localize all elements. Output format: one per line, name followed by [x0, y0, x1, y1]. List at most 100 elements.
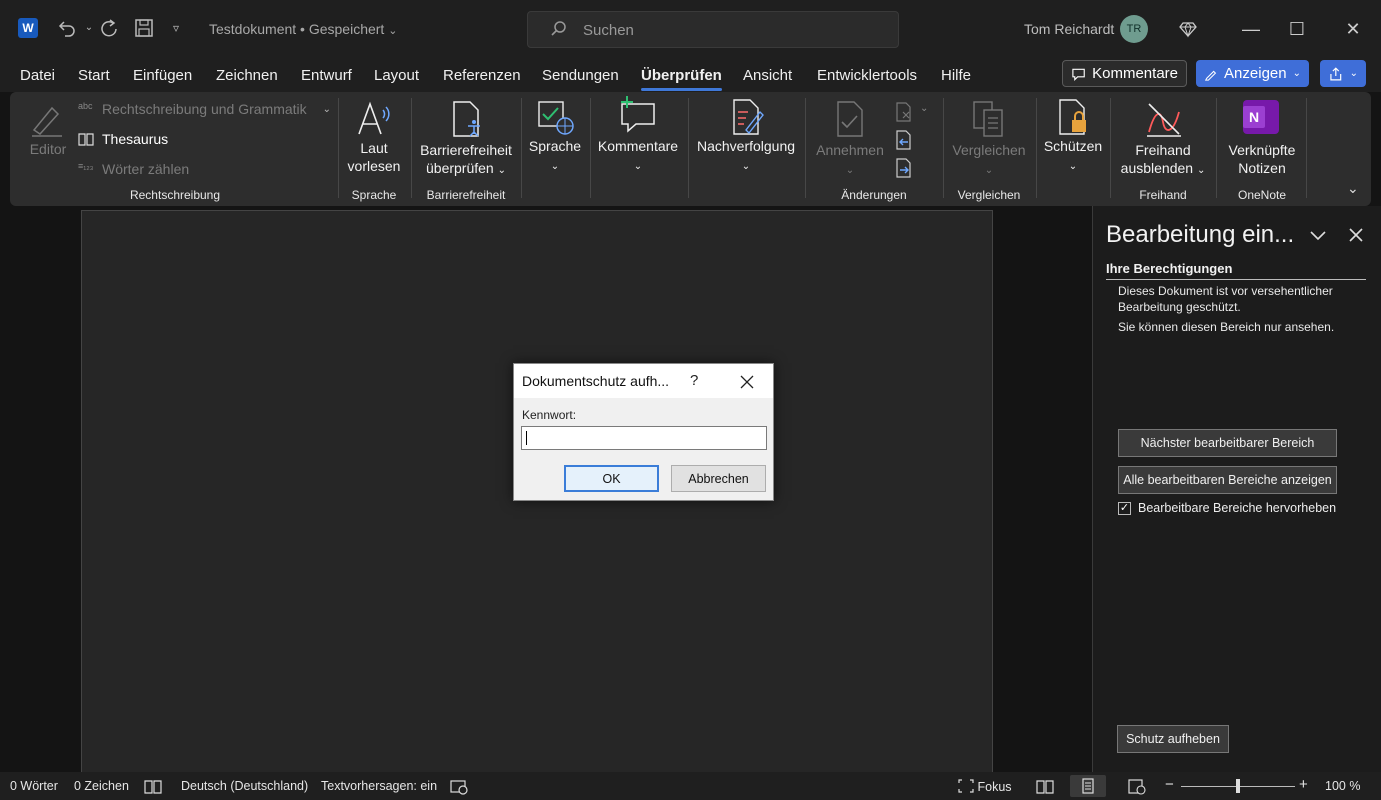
ribbon-collapse-icon[interactable]: ⌄ — [1347, 180, 1359, 197]
user-name[interactable]: Tom Reichardt — [1024, 21, 1114, 37]
editor-icon[interactable] — [28, 100, 66, 138]
document-title[interactable]: Testdokument • Gespeichert ⌄ — [209, 21, 397, 37]
view-mode-button[interactable]: Anzeigen ⌄ — [1196, 60, 1309, 87]
spelling-button[interactable]: abc Rechtschreibung und Grammatik ⌄ — [78, 101, 331, 117]
accessibility-check-button[interactable]: Barrierefreiheit überprüfen ⌄ — [420, 141, 512, 180]
char-count[interactable]: 0 Zeichen — [74, 779, 129, 793]
tab-referenzen[interactable]: Referenzen — [443, 67, 521, 84]
protection-info-text: Dieses Dokument ist vor versehentlicher … — [1118, 284, 1333, 314]
stop-protection-button[interactable]: Schutz aufheben — [1117, 725, 1229, 753]
compare-button[interactable]: Vergleichen ⌄ — [952, 141, 1025, 180]
accept-change-icon[interactable] — [832, 100, 870, 138]
avatar[interactable]: TR — [1120, 15, 1148, 43]
search-icon — [551, 21, 566, 36]
dialog-header: Dokumentschutz aufh... ? — [514, 364, 773, 398]
reject-dropdown-icon[interactable]: ⌄ — [920, 103, 928, 114]
read-mode-icon[interactable] — [1036, 779, 1054, 798]
editor-button[interactable]: Editor — [30, 140, 67, 158]
focus-icon — [958, 779, 974, 793]
next-change-icon[interactable] — [894, 158, 914, 178]
web-layout-icon[interactable] — [1128, 779, 1146, 798]
group-separator — [805, 98, 806, 198]
ok-button[interactable]: OK — [564, 465, 659, 492]
customize-toolbar-icon[interactable]: ▿ — [165, 17, 187, 39]
protect-button[interactable]: Schützen ⌄ — [1044, 137, 1102, 176]
hide-ink-button[interactable]: Freihand ausblenden ⌄ — [1121, 141, 1206, 180]
dialog-close-icon[interactable] — [739, 370, 755, 395]
cancel-button[interactable]: Abbrechen — [671, 465, 766, 492]
next-editable-region-button[interactable]: Nächster bearbeitbarer Bereich — [1118, 429, 1337, 457]
save-icon[interactable] — [133, 17, 155, 39]
pane-options-chevron-icon[interactable] — [1309, 226, 1327, 249]
search-placeholder: Suchen — [583, 22, 634, 39]
maximize-icon[interactable]: ☐ — [1282, 15, 1312, 43]
tab-ueberpruefen[interactable]: Überprüfen — [641, 67, 722, 91]
track-changes-button[interactable]: Nachverfolgung ⌄ — [697, 137, 795, 176]
help-icon[interactable]: ? — [690, 372, 698, 389]
undo-icon[interactable] — [55, 17, 77, 39]
search-box[interactable]: Suchen — [527, 11, 899, 48]
tab-layout[interactable]: Layout — [374, 67, 419, 84]
protect-icon[interactable] — [1054, 98, 1092, 136]
print-layout-icon[interactable] — [1070, 775, 1106, 797]
language-button[interactable]: Sprache ⌄ — [529, 137, 581, 176]
group-separator — [338, 98, 339, 198]
accept-button[interactable]: Annehmen ⌄ — [816, 141, 884, 180]
focus-mode-button[interactable]: Fokus — [958, 779, 1012, 794]
group-label-onenote: OneNote — [1237, 188, 1287, 202]
group-label-vergleichen: Vergleichen — [957, 188, 1021, 202]
compare-icon[interactable] — [970, 100, 1008, 138]
tab-entwurf[interactable]: Entwurf — [301, 67, 352, 84]
group-separator — [1036, 98, 1037, 198]
tab-sendungen[interactable]: Sendungen — [542, 67, 619, 84]
accessibility-check-icon[interactable] — [448, 100, 486, 138]
group-label-rechtschreibung: Rechtschreibung — [129, 188, 221, 202]
pane-close-icon[interactable] — [1347, 226, 1365, 249]
previous-change-icon[interactable] — [894, 130, 914, 150]
read-aloud-button[interactable]: Laut vorlesen — [348, 139, 401, 175]
read-aloud-icon[interactable] — [355, 100, 393, 138]
redo-icon[interactable] — [98, 17, 120, 39]
tab-einfuegen[interactable]: Einfügen — [133, 67, 192, 84]
language-icon[interactable] — [537, 98, 575, 136]
zoom-in-button[interactable]: + — [1299, 776, 1308, 793]
pane-title: Bearbeitung ein... — [1106, 221, 1295, 248]
password-field[interactable] — [521, 426, 767, 450]
onenote-icon[interactable]: N — [1243, 100, 1279, 134]
show-all-editable-regions-button[interactable]: Alle bearbeitbaren Bereiche anzeigen — [1118, 466, 1337, 494]
thesaurus-button[interactable]: Thesaurus — [78, 131, 168, 147]
reject-change-icon[interactable] — [894, 102, 914, 122]
word-count-button[interactable]: ≡₁₂₃ Wörter zählen — [78, 161, 189, 177]
close-icon[interactable]: ✕ — [1338, 15, 1368, 43]
hide-ink-icon[interactable] — [1145, 100, 1183, 138]
tab-datei[interactable]: Datei — [20, 67, 55, 84]
text-predictions-status[interactable]: Textvorhersagen: ein — [321, 779, 437, 793]
minimize-icon[interactable]: — — [1236, 15, 1266, 43]
tab-zeichnen[interactable]: Zeichnen — [216, 67, 278, 84]
new-comment-icon[interactable] — [619, 96, 657, 134]
group-label-freihand: Freihand — [1139, 188, 1187, 202]
status-bar: 0 Wörter 0 Zeichen Deutsch (Deutschland)… — [0, 772, 1381, 800]
linked-notes-button[interactable]: Verknüpfte Notizen — [1229, 141, 1296, 177]
diamond-icon[interactable] — [1173, 15, 1203, 43]
permissions-heading: Ihre Berechtigungen — [1106, 261, 1366, 280]
zoom-out-button[interactable]: − — [1165, 776, 1174, 793]
proofing-book-icon[interactable] — [144, 779, 162, 798]
checkmark-icon[interactable]: ✓ — [1118, 501, 1131, 515]
word-count[interactable]: 0 Wörter — [10, 779, 58, 793]
comments-ribbon-button[interactable]: Kommentare ⌄ — [598, 137, 678, 176]
tab-entwicklertools[interactable]: Entwicklertools — [817, 67, 917, 84]
track-changes-icon[interactable] — [728, 98, 766, 136]
group-separator — [1110, 98, 1111, 198]
tab-start[interactable]: Start — [78, 67, 110, 84]
highlight-regions-checkbox[interactable]: ✓ Bearbeitbare Bereiche hervorheben — [1118, 501, 1336, 515]
tab-ansicht[interactable]: Ansicht — [743, 67, 792, 84]
tab-hilfe[interactable]: Hilfe — [941, 67, 971, 84]
undo-dropdown-icon[interactable]: ⌄ — [78, 17, 100, 39]
accessibility-status-icon[interactable] — [450, 779, 468, 798]
zoom-slider-thumb[interactable] — [1236, 779, 1240, 793]
comments-button[interactable]: Kommentare — [1062, 60, 1187, 87]
language-status[interactable]: Deutsch (Deutschland) — [181, 779, 308, 793]
share-button[interactable]: ⌄ — [1320, 60, 1366, 87]
zoom-level[interactable]: 100 % — [1325, 779, 1360, 793]
